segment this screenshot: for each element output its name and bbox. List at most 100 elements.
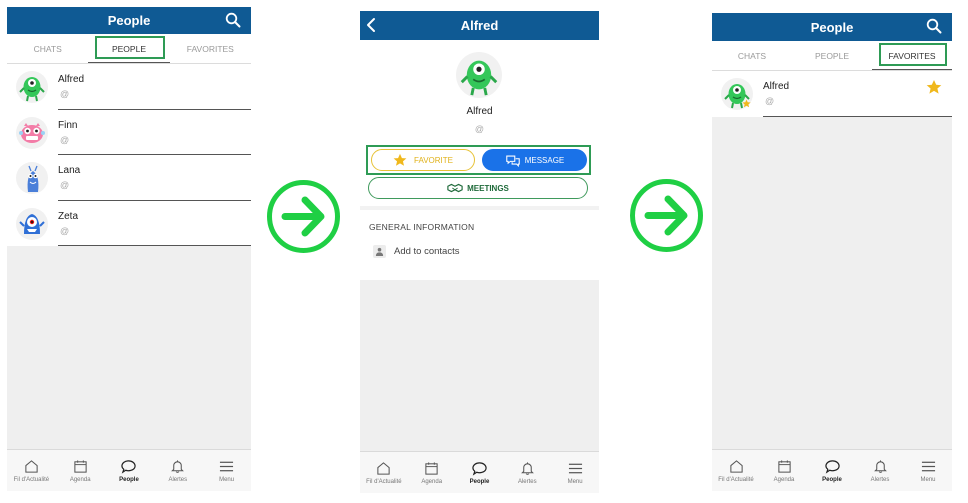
highlight-box: FAVORITE MESSAGE	[366, 145, 591, 175]
message-label: MESSAGE	[524, 155, 565, 165]
blue-monster-avatar	[16, 162, 48, 194]
nav-agenda[interactable]: Agenda	[760, 450, 808, 491]
bottom-navigation: Fil d'Actualité Agenda People Alertes Me…	[360, 451, 599, 493]
green-monster-avatar	[16, 71, 48, 103]
handshake-icon	[447, 183, 463, 193]
nav-people[interactable]: People	[808, 450, 856, 491]
nav-alertes[interactable]: Alertes	[856, 450, 904, 491]
contact-name: Finn	[58, 119, 78, 131]
favorite-label: FAVORITE	[414, 155, 453, 165]
hamburger-icon	[921, 461, 935, 471]
home-icon	[729, 459, 743, 473]
nav-fil-actualite[interactable]: Fil d'Actualité	[712, 450, 760, 491]
meetings-button[interactable]: MEETINGS	[368, 177, 588, 199]
home-icon	[25, 459, 38, 473]
divider	[763, 115, 952, 117]
star-icon[interactable]	[926, 79, 942, 95]
star-icon	[393, 153, 407, 166]
chat-bubbles-icon	[505, 155, 520, 167]
contact-name: Alfred	[58, 74, 85, 85]
search-icon[interactable]	[926, 18, 942, 34]
chat-bubble-icon	[824, 459, 840, 474]
meetings-label: MEETINGS	[467, 183, 509, 193]
arrow-right-icon	[267, 180, 340, 253]
people-screen: People CHATS PEOPLE FAVORITES Alfred @ F…	[7, 7, 251, 491]
nav-label: Alertes	[517, 478, 537, 485]
tab-favorites[interactable]: FAVORITES	[170, 34, 251, 63]
tab-people[interactable]: PEOPLE	[792, 41, 872, 70]
contact-list: Alfred @ Finn @ Lana @ Zeta @	[7, 64, 251, 246]
add-to-contacts-item[interactable]: Add to contacts	[373, 245, 459, 258]
message-button[interactable]: MESSAGE	[482, 149, 587, 171]
nav-alertes[interactable]: Alertes	[503, 452, 551, 493]
divider	[58, 245, 251, 246]
nav-fil-actualite[interactable]: Fil d'Actualité	[7, 450, 56, 491]
nav-label: Alertes	[168, 476, 188, 483]
nav-people[interactable]: People	[105, 450, 154, 491]
chat-bubble-icon	[121, 459, 137, 474]
hamburger-icon	[568, 463, 582, 473]
nav-label: Menu	[219, 476, 235, 483]
nav-agenda[interactable]: Agenda	[56, 450, 105, 491]
section-heading: GENERAL INFORMATION	[369, 222, 475, 232]
contact-handle: @	[60, 225, 70, 236]
general-info-section: GENERAL INFORMATION Add to contacts	[360, 210, 599, 280]
favorite-badge-icon	[742, 99, 751, 108]
contact-row-alfred[interactable]: Alfred @	[7, 64, 251, 110]
nav-label: Menu	[567, 478, 583, 485]
nav-label: Alertes	[870, 476, 890, 483]
bell-icon	[873, 459, 887, 473]
nav-label: Fil d'Actualité	[366, 478, 402, 485]
contact-name: Lana	[58, 165, 81, 176]
home-icon	[377, 461, 391, 475]
contact-handle: @	[60, 180, 70, 190]
tab-bar: CHATS PEOPLE FAVORITES	[7, 34, 251, 64]
profile-name: Alfred	[466, 106, 493, 117]
calendar-icon	[74, 459, 87, 473]
nav-agenda[interactable]: Agenda	[408, 452, 456, 493]
chat-bubble-icon	[472, 461, 487, 476]
bottom-navigation: Fil d'Actualité Agenda People Alertes Me…	[7, 449, 251, 491]
tab-people[interactable]: PEOPLE	[88, 34, 170, 63]
page-title: People	[810, 19, 854, 35]
nav-menu[interactable]: Menu	[202, 450, 251, 491]
contact-row-lana[interactable]: Lana @	[7, 155, 251, 201]
bell-icon	[171, 459, 185, 473]
nav-people[interactable]: People	[456, 452, 504, 493]
contact-handle: @	[60, 134, 70, 145]
green-monster-avatar	[456, 52, 502, 98]
contact-handle: @	[60, 89, 70, 99]
header-bar: People	[712, 13, 952, 41]
tab-chats[interactable]: CHATS	[712, 41, 792, 70]
profile-card: Alfred @ FAVORITE MESSAGE MEETINGS	[360, 40, 599, 206]
nav-label: People	[469, 478, 490, 485]
tab-favorites[interactable]: FAVORITES	[872, 41, 952, 70]
nav-menu[interactable]: Menu	[551, 452, 599, 493]
contact-row-zeta[interactable]: Zeta @	[7, 201, 251, 246]
header-bar: Alfred	[360, 11, 599, 40]
tab-chats[interactable]: CHATS	[7, 34, 88, 63]
arrow-right-icon	[630, 179, 703, 252]
search-icon[interactable]	[225, 12, 241, 28]
nav-menu[interactable]: Menu	[904, 450, 952, 491]
contact-row-finn[interactable]: Finn @	[7, 110, 251, 155]
nav-alertes[interactable]: Alertes	[153, 450, 202, 491]
contact-name: Alfred	[763, 81, 790, 92]
nav-fil-actualite[interactable]: Fil d'Actualité	[360, 452, 408, 493]
nav-label: Agenda	[69, 476, 91, 483]
nav-label: Agenda	[773, 476, 795, 483]
bottom-navigation: Fil d'Actualité Agenda People Alertes Me…	[712, 449, 952, 491]
nav-label: Agenda	[421, 478, 443, 485]
profile-screen: Alfred Alfred @ FAVORITE MESSAGE MEETING…	[360, 11, 599, 493]
nav-label: Fil d'Actualité	[13, 476, 50, 483]
header-bar: People	[7, 7, 251, 34]
favorites-list: Alfred @	[712, 71, 952, 117]
bell-icon	[520, 461, 534, 475]
contact-row-alfred[interactable]: Alfred @	[712, 71, 952, 117]
favorite-button[interactable]: FAVORITE	[371, 149, 475, 171]
back-chevron-icon[interactable]	[364, 16, 378, 34]
nav-label: Menu	[920, 476, 936, 483]
contact-name: Zeta	[58, 210, 79, 222]
pink-monster-avatar	[16, 116, 48, 149]
calendar-icon	[425, 461, 438, 475]
